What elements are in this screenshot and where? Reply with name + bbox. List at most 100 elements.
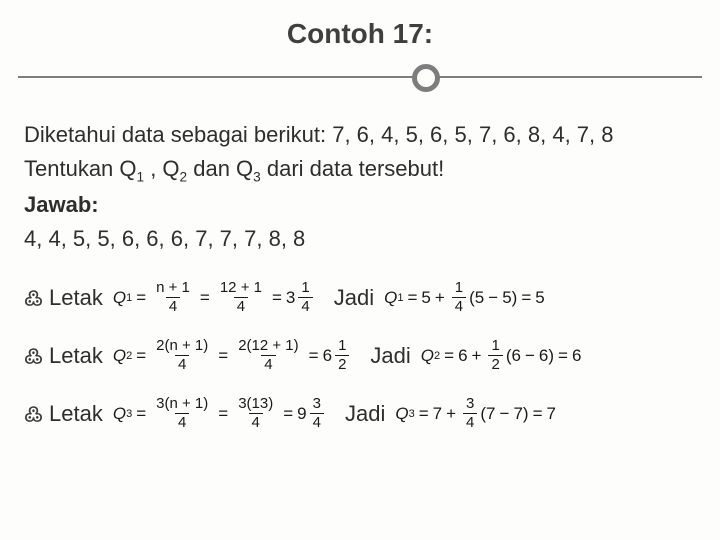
result: 7 [547, 404, 556, 424]
term: 7 [513, 404, 522, 424]
fraction: 34 [463, 396, 477, 432]
q3-position-formula: Q3 = 3(n + 1)4 = 3(13)4 = 9 34 [113, 396, 327, 432]
fraction: 34 [310, 396, 324, 432]
problem-line-2: Tentukan Q1 , Q2 dan Q3 dari data terseb… [24, 152, 696, 188]
denominator: 4 [310, 413, 324, 432]
q3-value-formula: Q3 = 7 + 34 (7−7) = 7 [395, 396, 556, 432]
quartile-row-q1: ߷ Letak Q1 = n + 14 = 12 + 14 = 3 14 Jad… [24, 280, 696, 316]
numerator: 1 [488, 338, 502, 356]
fraction: 14 [452, 280, 466, 316]
denominator: 4 [249, 413, 263, 432]
equals: = [415, 404, 433, 424]
denominator: 4 [166, 297, 180, 316]
text-fragment: dan Q [187, 156, 253, 181]
numerator: 3 [310, 396, 324, 414]
integer-part: 6 [323, 346, 332, 366]
fraction: 14 [298, 280, 312, 316]
var-q: Q [113, 404, 126, 424]
denominator: 4 [261, 355, 275, 374]
var-q: Q [113, 288, 126, 308]
equals: = [214, 346, 232, 366]
equals: = [305, 346, 323, 366]
equals: = [132, 346, 150, 366]
subscript: 2 [180, 169, 188, 184]
term: 5 [421, 288, 430, 308]
answer-label: Jawab: [24, 188, 696, 222]
quartile-row-q3: ߷ Letak Q3 = 3(n + 1)4 = 3(13)4 = 9 34 J… [24, 396, 696, 432]
minus: − [521, 346, 539, 366]
letak-label: Letak [49, 285, 103, 311]
denominator: 4 [463, 413, 477, 432]
equals: = [132, 404, 150, 424]
denominator: 4 [175, 413, 189, 432]
fraction: n + 14 [153, 280, 193, 316]
numerator: 2(n + 1) [153, 338, 211, 356]
subscript: 3 [253, 169, 261, 184]
term: 6 [511, 346, 520, 366]
denominator: 4 [234, 297, 248, 316]
fraction: 12 [335, 338, 349, 374]
data-list-sorted: 4, 4, 5, 5, 6, 6, 6, 7, 7, 7, 8, 8 [24, 222, 696, 256]
numerator: 3(n + 1) [153, 396, 211, 414]
divider-line [18, 76, 702, 78]
minus: − [496, 404, 514, 424]
slide-title: Contoh 17: [0, 0, 720, 64]
jadi-label: Jadi [345, 401, 385, 427]
subscript: 1 [137, 169, 145, 184]
bullet-icon: ߷ [24, 342, 43, 369]
text-fragment: Tentukan Q [24, 156, 137, 181]
term: 7 [433, 404, 442, 424]
text-fragment: , Q [144, 156, 179, 181]
fraction: 2(12 + 1)4 [235, 338, 301, 374]
bullet-icon: ߷ [24, 284, 43, 311]
equals: = [132, 288, 150, 308]
term: 6 [539, 346, 548, 366]
result: 6 [572, 346, 581, 366]
integer-part: 3 [286, 288, 295, 308]
numerator: 1 [298, 280, 312, 298]
denominator: 4 [452, 297, 466, 316]
quartile-row-q2: ߷ Letak Q2 = 2(n + 1)4 = 2(12 + 1)4 = 6 … [24, 338, 696, 374]
text-fragment: Diketahui data sebagai berikut: [24, 122, 332, 147]
fraction: 2(n + 1)4 [153, 338, 211, 374]
fraction: 12 + 14 [217, 280, 265, 316]
jadi-label: Jadi [370, 343, 410, 369]
numerator: 2(12 + 1) [235, 338, 301, 356]
equals: = [440, 346, 458, 366]
q2-value-formula: Q2 = 6 + 12 (6−6) = 6 [421, 338, 582, 374]
denominator: 2 [335, 355, 349, 374]
data-list-unsorted: 7, 6, 4, 5, 6, 5, 7, 6, 8, 4, 7, 8 [332, 122, 613, 147]
q1-value-formula: Q1 = 5 + 14 (5−5) = 5 [384, 280, 545, 316]
plus: + [431, 288, 449, 308]
denominator: 2 [488, 355, 502, 374]
text-fragment: dari data tersebut! [261, 156, 444, 181]
minus: − [484, 288, 502, 308]
term: 6 [458, 346, 467, 366]
problem-line-1: Diketahui data sebagai berikut: 7, 6, 4,… [24, 118, 696, 152]
equals: = [279, 404, 297, 424]
equals: = [196, 288, 214, 308]
plus: + [468, 346, 486, 366]
term: 5 [475, 288, 484, 308]
fraction: 12 [488, 338, 502, 374]
integer-part: 9 [297, 404, 306, 424]
quartile-rows: ߷ Letak Q1 = n + 14 = 12 + 14 = 3 14 Jad… [0, 256, 720, 432]
letak-label: Letak [49, 401, 103, 427]
jadi-label: Jadi [334, 285, 374, 311]
equals: = [529, 404, 547, 424]
result: 5 [535, 288, 544, 308]
plus: + [442, 404, 460, 424]
divider-ring-icon [412, 64, 440, 92]
q2-position-formula: Q2 = 2(n + 1)4 = 2(12 + 1)4 = 6 12 [113, 338, 353, 374]
term: 5 [502, 288, 511, 308]
numerator: 1 [335, 338, 349, 356]
letak-label: Letak [49, 343, 103, 369]
bullet-icon: ߷ [24, 400, 43, 427]
var-q: Q [395, 404, 408, 424]
denominator: 4 [175, 355, 189, 374]
equals: = [517, 288, 535, 308]
var-q: Q [113, 346, 126, 366]
var-q: Q [421, 346, 434, 366]
fraction: 3(13)4 [235, 396, 276, 432]
numerator: 12 + 1 [217, 280, 265, 298]
